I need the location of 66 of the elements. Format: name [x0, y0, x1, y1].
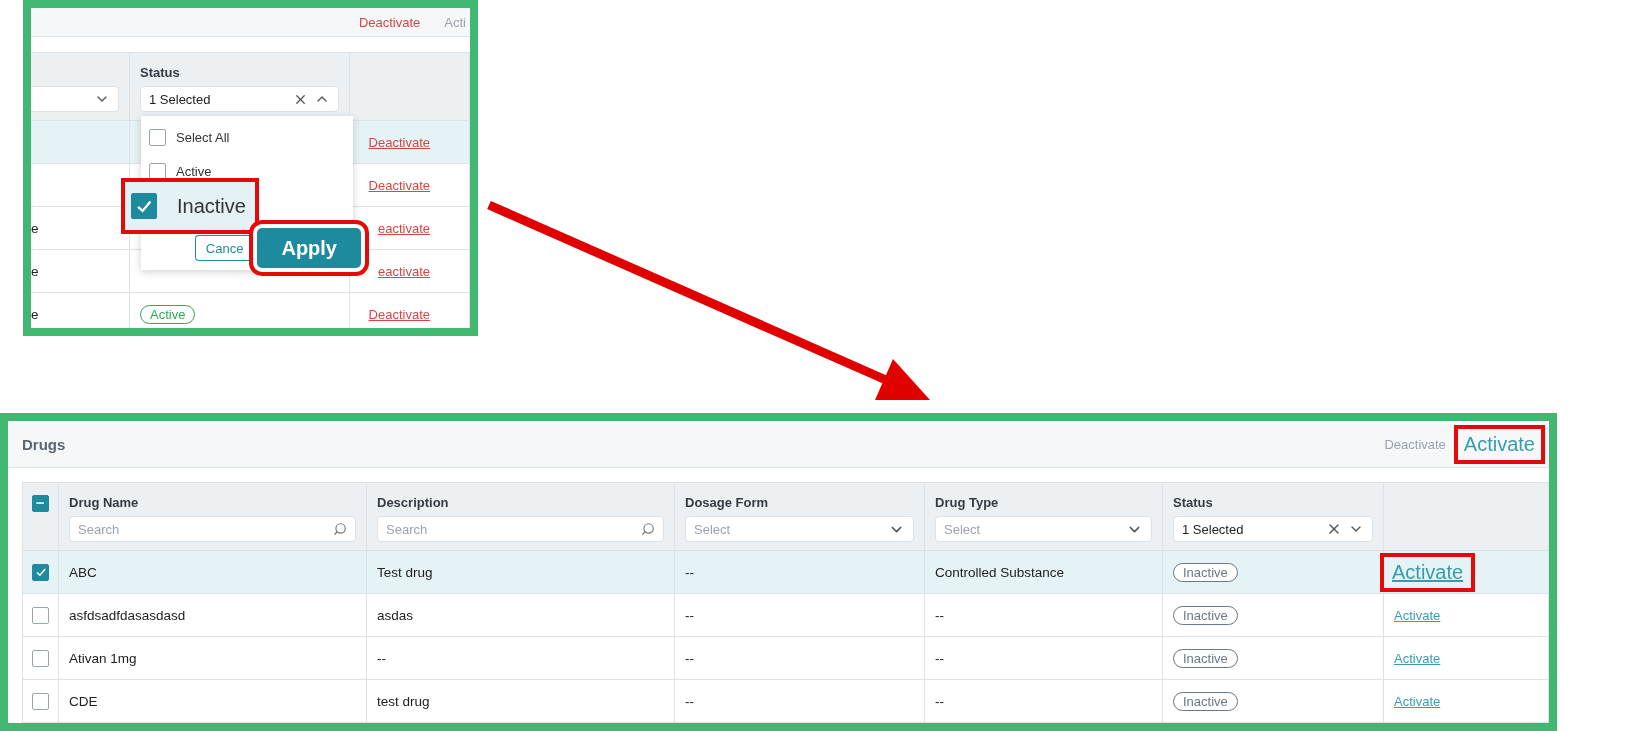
column-header: Dosage Form [685, 495, 770, 510]
table-cell: asfdsadfdasasdasd [59, 594, 367, 637]
checkbox[interactable] [131, 193, 157, 219]
checkbox[interactable] [32, 495, 49, 512]
table-cell: -- [675, 551, 925, 594]
header-action[interactable]: Acti [444, 14, 466, 30]
select-field[interactable]: Select [685, 516, 914, 542]
select-field[interactable]: Select [935, 516, 1152, 542]
check-icon [34, 566, 47, 578]
table-cell: CDE [59, 680, 367, 723]
table-cell: -- [367, 637, 675, 680]
table-cell: Controlled Substance [925, 551, 1163, 594]
search-icon [333, 522, 347, 536]
option-label: Select All [176, 129, 230, 145]
option-label: Active [176, 163, 212, 179]
checkbox[interactable] [32, 606, 49, 624]
row-action-link[interactable]: eactivate [377, 263, 430, 279]
status-badge: Inactive [1173, 691, 1238, 711]
status-badge: Inactive [1173, 562, 1238, 582]
checkbox[interactable] [32, 692, 49, 710]
status-badge: Inactive [1173, 605, 1238, 625]
table-cell: -- [675, 594, 925, 637]
column-header: Description [377, 495, 450, 510]
column-header: Status [1173, 495, 1214, 510]
table-cell: -- [925, 680, 1163, 723]
column-header: Status [140, 65, 181, 80]
checkbox[interactable] [149, 128, 166, 146]
panel-title: Drugs [22, 435, 66, 453]
row-action-link[interactable]: Deactivate [368, 177, 430, 193]
row-action-link[interactable]: Activate [1394, 693, 1441, 709]
dropdown-option[interactable]: Select All [141, 120, 353, 154]
table-cell: test drug [367, 680, 675, 723]
row-action-link[interactable]: Activate [1380, 552, 1476, 592]
table-cell: -- [925, 594, 1163, 637]
row-action-link[interactable]: Deactivate [368, 306, 430, 322]
search-field[interactable]: Search [69, 516, 356, 542]
table-cell: Test drug [367, 551, 675, 594]
table-cell: -- [675, 680, 925, 723]
header-action[interactable]: Deactivate [358, 14, 421, 30]
table-cell: Ativan 1mg [59, 637, 367, 680]
row-action-link[interactable]: Activate [1394, 607, 1441, 623]
table-cell: e [31, 293, 130, 328]
column-header: Drug Name [69, 495, 140, 510]
select-field[interactable] [31, 86, 119, 112]
cancel-button[interactable]: Cance [194, 235, 250, 261]
table-cell: asdas [367, 594, 675, 637]
status-filter[interactable]: 1 Selected [140, 86, 339, 112]
row-action-link[interactable]: Activate [1394, 650, 1441, 666]
option-label: Inactive [177, 194, 246, 218]
status-badge: Active [140, 304, 196, 324]
checkbox[interactable] [32, 563, 49, 581]
status-filter[interactable]: 1 Selected [1173, 516, 1373, 542]
table-cell: -- [675, 637, 925, 680]
header-action[interactable]: Activate [1453, 424, 1545, 464]
checkbox[interactable] [32, 649, 49, 667]
dropdown-option[interactable]: Inactive [121, 178, 259, 234]
search-field[interactable]: Search [377, 516, 664, 542]
search-icon [641, 522, 655, 536]
header-action[interactable]: Deactivate [1384, 436, 1446, 452]
status-badge: Inactive [1173, 648, 1238, 668]
table-cell: -- [925, 637, 1163, 680]
table-cell: e [31, 250, 130, 293]
column-header: Drug Type [935, 495, 1000, 510]
row-action-link[interactable]: eactivate [377, 220, 430, 236]
row-action-link[interactable]: Deactivate [368, 134, 430, 150]
table-cell: ABC [59, 551, 367, 594]
